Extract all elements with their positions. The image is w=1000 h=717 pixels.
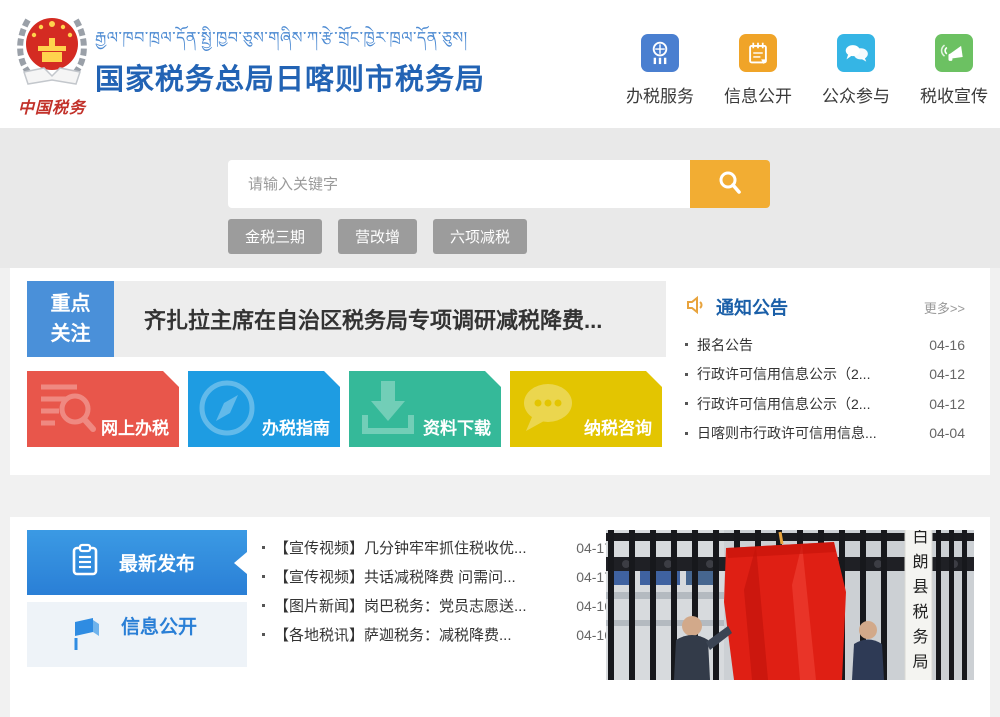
nav-label: 公众参与 — [822, 82, 890, 107]
notice-item-title: 日喀则市行政许可信用信息... — [697, 423, 919, 443]
news-item[interactable]: 【各地税讯】萨迦税务：减税降费... 04-16 — [262, 620, 612, 649]
news-item-title: 【图片新闻】岗巴税务：党员志愿送... — [274, 595, 564, 616]
search-button[interactable] — [690, 160, 770, 208]
tag-jinshui-phase3[interactable]: 金税三期 — [228, 219, 322, 254]
notice-item[interactable]: 行政许可信用信息公示（2... 04-12 — [685, 360, 965, 390]
key-focus-badge[interactable]: 重点 关注 — [27, 281, 114, 357]
bullet-icon — [685, 373, 688, 376]
tile-label: 纳税咨询 — [584, 414, 652, 439]
key-focus-line2: 关注 — [27, 319, 114, 349]
site-title: 国家税务总局日喀则市税务局 — [95, 56, 485, 98]
nav-info-disclosure[interactable]: 信息公开 — [718, 34, 798, 107]
nav-label: 办税服务 — [626, 82, 694, 107]
speaker-icon — [685, 294, 707, 321]
news-item-title: 【各地税讯】萨迦税务：减税降费... — [274, 624, 564, 645]
bullet-icon — [262, 546, 265, 549]
tile-label: 资料下载 — [423, 414, 491, 439]
notice-item-date: 04-12 — [929, 396, 965, 412]
focus-and-notice-card: 重点 关注 齐扎拉主席在自治区税务局专项调研减税降费... 网上办税 — [10, 268, 990, 475]
hot-search-tags: 金税三期 营改增 六项减税 — [228, 219, 543, 254]
notice-item[interactable]: 行政许可信用信息公示（2... 04-12 — [685, 389, 965, 419]
tile-downloads[interactable]: 资料下载 — [349, 371, 501, 447]
site-title-tibetan: རྒྱལ་ཁབ་ཁྲལ་དོན་སྤྱི་ཁྱབ་ཅུས་གཞིས་ཀ་རྩེ་… — [95, 27, 485, 51]
notice-item-date: 04-16 — [929, 337, 965, 353]
news-item-title: 【宣传视频】共话减税降费 问需问... — [274, 566, 564, 587]
quick-link-tiles: 网上办税 办税指南 资料下载 — [27, 371, 662, 447]
tag-six-tax-cuts[interactable]: 六项减税 — [433, 219, 527, 254]
notice-item-title: 行政许可信用信息公示（2... — [697, 364, 919, 384]
tile-online-tax[interactable]: 网上办税 — [27, 371, 179, 447]
nav-label: 信息公开 — [724, 82, 792, 107]
notice-item[interactable]: 日喀则市行政许可信用信息... 04-04 — [685, 419, 965, 449]
news-item-title: 【宣传视频】几分钟牢牢抓住税收优... — [274, 537, 564, 558]
notice-item-title: 报名公告 — [697, 335, 919, 355]
notice-list: 报名公告 04-16 行政许可信用信息公示（2... 04-12 行政许可信用信… — [685, 330, 965, 448]
news-card: 最新发布 信息公开 【宣传视频】几分钟牢牢抓住税收优... 04-17 【宣传视… — [10, 517, 990, 717]
notice-panel: 通知公告 更多>> 报名公告 04-16 行政许可信用信息公示（2... 04-… — [685, 268, 965, 475]
tag-vat-reform[interactable]: 营改增 — [338, 219, 417, 254]
tab-latest-news[interactable]: 最新发布 — [27, 530, 247, 595]
site-header: 中国税务 རྒྱལ་ཁབ་ཁྲལ་དོན་སྤྱི་ཁྱབ་ཅུས་གཞིས་ཀ… — [0, 0, 1000, 128]
bullet-icon — [685, 402, 688, 405]
notice-item-date: 04-12 — [929, 366, 965, 382]
search-input[interactable] — [228, 160, 690, 208]
chat-bubbles-icon — [837, 34, 875, 72]
news-item[interactable]: 【图片新闻】岗巴税务：党员志愿送... 04-16 — [262, 591, 612, 620]
doc-search-icon — [33, 375, 99, 446]
logo-wordmark: 中国税务 — [14, 94, 90, 118]
notice-item[interactable]: 报名公告 04-16 — [685, 330, 965, 360]
nav-public-participation[interactable]: 公众参与 — [816, 34, 896, 107]
notepad-icon — [739, 34, 777, 72]
focus-headline: 齐扎拉主席在自治区税务局专项调研减税降费... — [144, 303, 602, 335]
tab-info-disclosure[interactable]: 信息公开 — [27, 602, 247, 667]
search-icon — [716, 169, 744, 200]
bullet-icon — [685, 432, 688, 435]
tile-label: 办税指南 — [262, 414, 330, 439]
bullet-icon — [262, 604, 265, 607]
focus-headline-link[interactable]: 齐扎拉主席在自治区税务局专项调研减税降费... — [114, 281, 666, 357]
info-disclosure-icon — [67, 612, 105, 655]
notice-item-title: 行政许可信用信息公示（2... — [697, 394, 919, 414]
bullet-icon — [685, 343, 688, 346]
photo-sign-text: 白朗县税务局 — [910, 530, 929, 678]
tax-service-icon — [641, 34, 679, 72]
notice-item-date: 04-04 — [929, 425, 965, 441]
top-navigation: 办税服务 信息公开 — [620, 34, 994, 107]
notice-more-link[interactable]: 更多>> — [924, 298, 965, 317]
tile-consultation[interactable]: 纳税咨询 — [510, 371, 662, 447]
nav-label: 税收宣传 — [920, 82, 988, 107]
compass-icon — [194, 375, 260, 446]
bullet-icon — [262, 575, 265, 578]
tab-label: 最新发布 — [119, 549, 195, 576]
chat-dots-icon — [516, 375, 582, 446]
download-icon — [355, 375, 421, 446]
news-item[interactable]: 【宣传视频】共话减税降费 问需问... 04-17 — [262, 562, 612, 591]
notice-panel-title: 通知公告 — [716, 294, 788, 320]
tile-label: 网上办税 — [101, 414, 169, 439]
megaphone-icon — [935, 34, 973, 72]
key-focus-line1: 重点 — [27, 289, 114, 319]
tab-label: 信息公开 — [121, 612, 197, 639]
tile-tax-guide[interactable]: 办税指南 — [188, 371, 340, 447]
news-list: 【宣传视频】几分钟牢牢抓住税收优... 04-17 【宣传视频】共话减税降费 问… — [262, 533, 612, 649]
news-photo[interactable]: 白朗县税务局 — [606, 530, 974, 680]
nav-tax-service[interactable]: 办税服务 — [620, 34, 700, 107]
bullet-icon — [262, 633, 265, 636]
search-section: 金税三期 营改增 六项减税 — [0, 128, 1000, 268]
news-item[interactable]: 【宣传视频】几分钟牢牢抓住税收优... 04-17 — [262, 533, 612, 562]
site-logo[interactable]: 中国税务 — [14, 6, 90, 122]
clipboard-icon — [67, 542, 103, 583]
nav-tax-publicity[interactable]: 税收宣传 — [914, 34, 994, 107]
